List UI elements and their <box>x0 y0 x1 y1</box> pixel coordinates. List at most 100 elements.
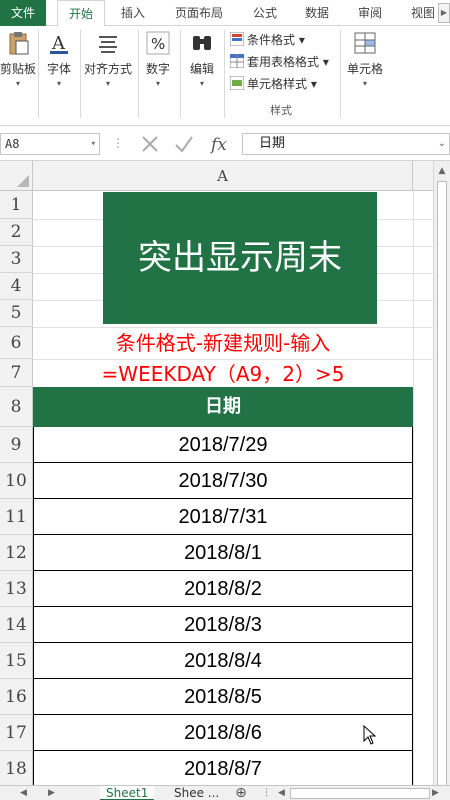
font-icon: A <box>50 33 68 54</box>
worksheet-grid[interactable]: A 1 2 3 4 5 6 7 8 9 10 11 12 13 14 15 16… <box>0 161 450 785</box>
sheet-tab-sheet1[interactable]: Sheet1 <box>100 786 155 800</box>
scroll-left-icon[interactable]: ◀ <box>278 786 285 800</box>
select-all-corner[interactable] <box>0 161 33 191</box>
row-header[interactable]: 3 <box>0 246 33 273</box>
binoculars-icon <box>193 36 211 50</box>
date-cell[interactable]: 2018/7/31 <box>33 499 413 535</box>
date-cell[interactable]: 2018/7/29 <box>33 427 413 463</box>
date-cell[interactable]: 2018/8/2 <box>33 571 413 607</box>
confirm-icon[interactable] <box>172 132 196 156</box>
add-sheet-icon[interactable]: ⊕ <box>233 786 249 800</box>
conditional-format-button[interactable]: 条件格式 ▾ <box>230 30 305 50</box>
ribbon-tab-bar: 文件 开始 插入 页面布局 公式 数据 审阅 视图 ▶ <box>0 0 450 27</box>
name-box-value: A8 <box>5 137 20 151</box>
scroll-right-icon[interactable]: ▶ <box>432 786 439 800</box>
more-options-icon[interactable]: ⋮ <box>112 136 124 150</box>
insert-function-icon[interactable]: fx <box>208 132 232 156</box>
formula-input[interactable]: 日期 ⌄ <box>242 133 450 155</box>
vertical-scrollbar[interactable]: ▲ <box>433 161 450 785</box>
date-column-header[interactable]: 日期 <box>33 387 413 427</box>
date-cell[interactable]: 2018/8/1 <box>33 535 413 571</box>
row-header[interactable]: 13 <box>0 571 33 607</box>
row-header[interactable]: 18 <box>0 751 33 785</box>
expand-formula-icon[interactable]: ⌄ <box>438 134 446 154</box>
chevron-down-icon: ▾ <box>105 79 110 88</box>
prev-sheet-icon[interactable]: ◀ <box>20 786 27 800</box>
tab-home[interactable]: 开始 <box>57 0 105 27</box>
row-header[interactable]: 4 <box>0 273 33 300</box>
date-cell[interactable]: 2018/8/7 <box>33 751 413 785</box>
row-header[interactable]: 2 <box>0 219 33 246</box>
format-as-table-button[interactable]: 套用表格格式 ▾ <box>230 52 329 72</box>
scrollbar-thumb[interactable] <box>437 181 447 785</box>
conditional-format-label: 条件格式 <box>247 33 296 47</box>
cells-button[interactable]: 单元格 ▾ <box>344 30 386 88</box>
more-options-icon[interactable]: ⋮ <box>262 786 271 800</box>
row-header[interactable]: 9 <box>0 427 33 463</box>
number-button[interactable]: % 数字 ▾ <box>141 30 175 88</box>
tab-formulas[interactable]: 公式 <box>244 0 286 26</box>
sheet-tab-sheet2[interactable]: Shee ... <box>168 786 225 800</box>
divider <box>340 30 341 118</box>
ribbon: 剪贴板 ▾ A 字体 ▾ 对齐方式 ▾ % 数字 ▾ 编辑 ▾ 条件格式 ▾ 套… <box>0 26 450 126</box>
tab-review[interactable]: 审阅 <box>349 0 391 26</box>
row-header[interactable]: 12 <box>0 535 33 571</box>
select-all-icon <box>17 175 29 187</box>
scroll-up-icon[interactable]: ▲ <box>434 163 450 179</box>
clipboard-label: 剪贴板 <box>0 62 37 76</box>
chevron-down-icon: ▾ <box>15 79 20 88</box>
mouse-cursor-icon <box>363 725 377 745</box>
row-header[interactable]: 10 <box>0 463 33 499</box>
horizontal-scrollbar[interactable] <box>290 788 430 799</box>
column-header-a[interactable]: A <box>33 161 413 191</box>
row-header[interactable]: 17 <box>0 715 33 751</box>
name-box[interactable]: A8 ▾ <box>0 133 100 155</box>
font-label: 字体 <box>46 62 71 76</box>
date-cell[interactable]: 2018/8/6 <box>33 715 413 751</box>
row-header[interactable]: 11 <box>0 499 33 535</box>
date-cell[interactable]: 2018/8/3 <box>33 607 413 643</box>
number-label: 数字 <box>145 62 170 76</box>
row-header[interactable]: 14 <box>0 607 33 643</box>
conditional-format-icon <box>230 32 244 46</box>
cell-style-label: 单元格样式 <box>247 77 308 91</box>
tab-page-layout[interactable]: 页面布局 <box>166 0 232 26</box>
tab-insert[interactable]: 插入 <box>112 0 154 26</box>
tab-data[interactable]: 数据 <box>296 0 338 26</box>
chevron-down-icon[interactable]: ▾ <box>91 134 96 154</box>
row-header[interactable]: 5 <box>0 300 33 327</box>
instruction-line-2: =WEEKDAY（A9，2）>5 <box>101 362 345 386</box>
cells-label: 单元格 <box>346 62 383 76</box>
sheet-tab-bar: ◀ ▶ Sheet1 Shee ... ⊕ ⋮ ◀ ▶ <box>0 785 450 800</box>
date-cell[interactable]: 2018/7/30 <box>33 463 413 499</box>
clipboard-button[interactable]: 剪贴板 ▾ <box>0 30 36 88</box>
chevron-down-icon: ▾ <box>199 79 204 88</box>
styles-group-label: 样式 <box>270 104 292 117</box>
editing-button[interactable]: 编辑 ▾ <box>184 30 220 88</box>
row-header[interactable]: 16 <box>0 679 33 715</box>
align-icon <box>99 36 117 53</box>
formula-value: 日期 <box>259 136 286 151</box>
cell-style-button[interactable]: 单元格样式 ▾ <box>230 74 317 94</box>
svg-text:A: A <box>51 33 66 54</box>
gridline <box>413 191 414 785</box>
date-cell[interactable]: 2018/8/4 <box>33 643 413 679</box>
divider <box>224 30 225 118</box>
alignment-button[interactable]: 对齐方式 ▾ <box>82 30 134 88</box>
table-format-icon <box>230 54 244 68</box>
chevron-down-icon: ▾ <box>56 79 61 88</box>
font-button[interactable]: A 字体 ▾ <box>42 30 76 88</box>
row-header[interactable]: 7 <box>0 359 33 387</box>
row-header[interactable]: 8 <box>0 387 33 427</box>
cancel-icon[interactable] <box>138 132 162 156</box>
tabs-scroll-right-icon[interactable]: ▶ <box>438 3 450 23</box>
column-header-b[interactable] <box>413 161 433 191</box>
tab-file[interactable]: 文件 <box>0 0 46 26</box>
chevron-down-icon: ▾ <box>362 79 367 88</box>
date-cell[interactable]: 2018/8/5 <box>33 679 413 715</box>
next-sheet-icon[interactable]: ▶ <box>48 786 55 800</box>
row-header[interactable]: 6 <box>0 327 33 359</box>
divider <box>180 30 181 118</box>
row-header[interactable]: 1 <box>0 191 33 219</box>
row-header[interactable]: 15 <box>0 643 33 679</box>
